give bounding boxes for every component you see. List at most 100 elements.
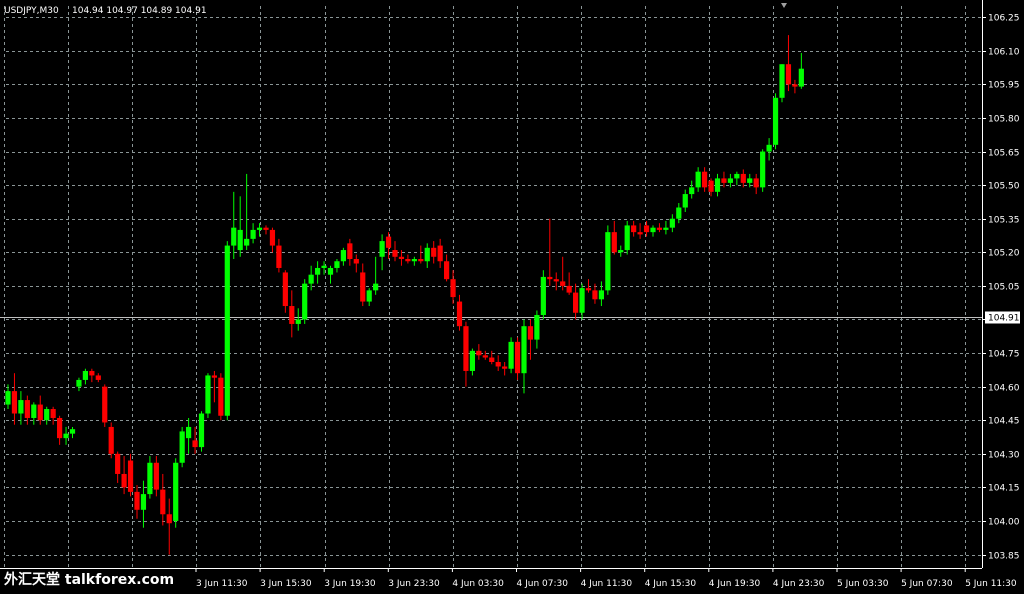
ohlc-readout: 104.94 104.97 104.89 104.91 — [72, 6, 207, 16]
candle-body — [740, 173, 746, 183]
candle-body — [31, 404, 37, 418]
candle-body — [618, 250, 624, 253]
candle-body — [250, 229, 256, 239]
candle-body — [89, 370, 95, 376]
candle-body — [198, 413, 205, 448]
candle-body — [598, 290, 604, 300]
candle-body — [57, 417, 63, 439]
candle-body — [276, 245, 282, 268]
candle-body — [469, 350, 475, 371]
candle-body — [508, 341, 514, 369]
candle-body — [315, 267, 321, 275]
candle-body — [676, 207, 682, 219]
candle-body — [772, 97, 779, 145]
x-tick-label: 4 Jun 07:30 — [517, 579, 569, 589]
candlestick-chart[interactable]: 106.25 106.10 105.95 105.80 105.65 105.50 105.… — [0, 0, 1024, 594]
candle-body — [102, 386, 108, 423]
candle-body — [82, 370, 88, 380]
x-tick-label: 4 Jun 15:30 — [645, 579, 697, 589]
candle-body — [327, 267, 334, 275]
candle-body — [44, 409, 50, 421]
candle-body — [669, 218, 675, 228]
candle-body — [424, 247, 430, 262]
candle-body — [418, 259, 424, 262]
x-tick-label: 4 Jun 19:30 — [709, 579, 761, 589]
current-price-label: 104.91 — [988, 314, 1020, 324]
candle-body — [127, 460, 134, 492]
candle-body — [76, 379, 82, 387]
candle — [508, 337, 514, 374]
candle-body — [779, 64, 785, 98]
candle-body — [540, 276, 546, 315]
chart-header: USDJPY,M30 104.94 104.97 104.89 104.91 — [4, 6, 207, 16]
y-tick-label: 104.15 — [988, 484, 1020, 494]
candle-body — [289, 306, 295, 324]
x-tick-label: 5 Jun 11:30 — [965, 579, 1017, 589]
candle-body — [95, 375, 101, 380]
candle-body — [708, 180, 714, 192]
candle-body — [753, 178, 759, 188]
candle-body — [527, 326, 534, 340]
x-tick-label: 3 Jun 15:30 — [260, 579, 312, 589]
candle-body — [63, 433, 69, 439]
candle-body — [160, 489, 166, 515]
candle-body — [534, 314, 540, 340]
candle-body — [115, 453, 121, 474]
candle-body — [69, 429, 76, 434]
y-tick-label: 104.45 — [988, 417, 1020, 427]
y-tick-label: 103.85 — [988, 552, 1020, 562]
candle-body — [121, 473, 127, 488]
candle-body — [643, 225, 650, 233]
candle-body — [373, 283, 379, 291]
candle-body — [5, 391, 11, 405]
candle-body — [366, 290, 372, 302]
candle-body — [392, 250, 398, 257]
candle-body — [573, 292, 579, 313]
candle-body — [256, 227, 263, 230]
candle-body — [179, 431, 185, 463]
candle — [179, 426, 185, 468]
candle-body — [205, 375, 211, 414]
site-watermark: 外汇天堂 talkforex.com — [4, 571, 174, 588]
y-tick-label: 104.60 — [988, 384, 1020, 394]
y-tick-label: 104.75 — [988, 350, 1020, 360]
x-tick-label: 3 Jun 19:30 — [324, 579, 376, 589]
y-tick-label: 105.95 — [988, 81, 1020, 91]
candle-body — [714, 178, 721, 192]
candle — [605, 225, 611, 295]
candle-body — [695, 171, 701, 188]
candle-body — [244, 238, 250, 246]
candle-body — [611, 232, 617, 253]
candle — [108, 422, 114, 459]
chart-background — [0, 0, 1024, 594]
candle-body — [650, 227, 656, 233]
candle-body — [218, 377, 224, 416]
candle-body — [456, 301, 463, 327]
x-tick-label: 3 Jun 23:30 — [388, 579, 440, 589]
chart-window[interactable]: 106.25 106.10 105.95 105.80 105.65 105.50 105.… — [0, 0, 1024, 594]
candle — [205, 373, 211, 418]
candle-body — [547, 276, 553, 280]
candle-body — [431, 247, 437, 257]
y-tick-label: 106.10 — [988, 48, 1020, 58]
candle-body — [521, 326, 527, 374]
candle-body — [798, 68, 804, 87]
candle — [760, 149, 766, 192]
candle-body — [282, 272, 288, 307]
candle-body — [398, 256, 405, 260]
candle-body — [560, 281, 566, 286]
candle-body — [321, 265, 327, 268]
y-tick-label: 105.05 — [988, 283, 1020, 293]
candle-body — [263, 227, 269, 230]
candle-body — [605, 232, 611, 291]
candle-body — [689, 187, 695, 195]
candle-body — [224, 245, 230, 416]
candle-body — [566, 285, 572, 293]
candle-body — [489, 357, 495, 363]
candle — [540, 270, 546, 320]
candle-body — [405, 259, 411, 262]
candle-body — [334, 261, 340, 268]
candle-body — [682, 194, 688, 208]
candle-body — [411, 259, 417, 262]
candle — [302, 279, 308, 324]
